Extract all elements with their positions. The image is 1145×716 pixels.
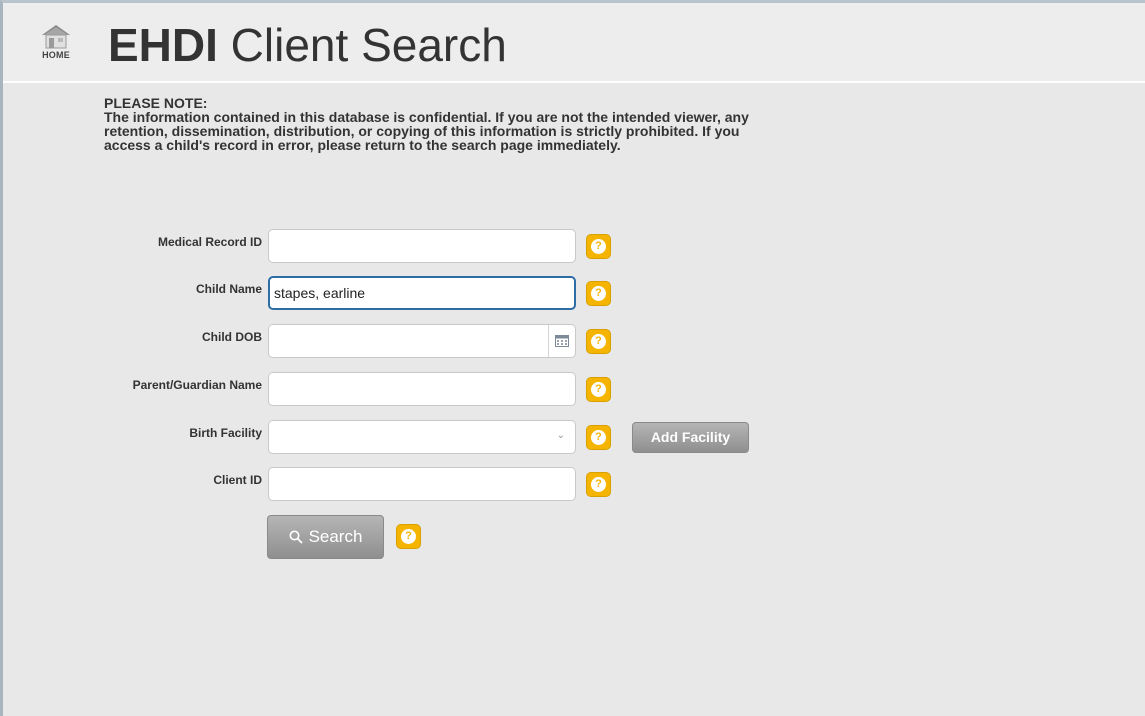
calendar-icon: [555, 335, 569, 347]
help-icon: ?: [591, 477, 606, 492]
page-header: HOME EHDI Client Search: [3, 3, 1145, 83]
row-birth-facility: Birth Facility ⌄ ? Add Facility: [0, 420, 1145, 456]
client-id-input[interactable]: [268, 467, 576, 501]
add-facility-button[interactable]: Add Facility: [632, 422, 749, 453]
row-child-dob: Child DOB ?: [0, 324, 1145, 360]
help-icon: ?: [591, 334, 606, 349]
parent-guardian-name-help-button[interactable]: ?: [586, 377, 611, 402]
home-label: HOME: [42, 50, 70, 60]
confidentiality-note: PLEASE NOTE: The information contained i…: [104, 96, 764, 152]
child-name-label: Child Name: [195, 282, 262, 296]
home-link[interactable]: HOME: [35, 23, 77, 79]
calendar-button[interactable]: [548, 325, 575, 357]
search-label: Search: [308, 527, 363, 546]
help-icon: ?: [591, 382, 606, 397]
row-medical-record-id: Medical Record ID ?: [0, 229, 1145, 265]
help-icon: ?: [591, 239, 606, 254]
row-parent-guardian-name: Parent/Guardian Name ?: [0, 372, 1145, 408]
client-id-label: Client ID: [213, 473, 262, 487]
child-dob-input[interactable]: [274, 325, 548, 357]
medical-record-id-label: Medical Record ID: [157, 235, 262, 249]
medical-record-id-input[interactable]: [268, 229, 576, 263]
birth-facility-select[interactable]: ⌄: [268, 420, 576, 454]
help-icon: ?: [401, 529, 416, 544]
page-title-rest: Client Search: [217, 19, 507, 71]
birth-facility-label: Birth Facility: [189, 426, 262, 440]
row-child-name: Child Name ?: [0, 276, 1145, 312]
child-dob-field: [268, 324, 576, 358]
parent-guardian-name-label: Parent/Guardian Name: [132, 378, 262, 392]
page-title: EHDI Client Search: [108, 17, 507, 73]
chevron-down-icon: ⌄: [556, 430, 565, 441]
child-dob-help-button[interactable]: ?: [586, 329, 611, 354]
search-help-button[interactable]: ?: [396, 524, 421, 549]
child-name-help-button[interactable]: ?: [586, 281, 611, 306]
help-icon: ?: [591, 430, 606, 445]
birth-facility-help-button[interactable]: ?: [586, 425, 611, 450]
page-title-bold: EHDI: [108, 19, 218, 71]
search-icon: [289, 530, 303, 544]
help-icon: ?: [591, 286, 606, 301]
parent-guardian-name-input[interactable]: [268, 372, 576, 406]
client-id-help-button[interactable]: ?: [586, 472, 611, 497]
home-icon: [42, 25, 70, 49]
medical-record-id-help-button[interactable]: ?: [586, 234, 611, 259]
child-name-input[interactable]: [268, 276, 576, 310]
child-dob-label: Child DOB: [202, 330, 262, 344]
note-body: The information contained in this databa…: [104, 109, 749, 153]
row-client-id: Client ID ?: [0, 467, 1145, 503]
note-heading: PLEASE NOTE:: [104, 95, 208, 111]
search-button[interactable]: Search: [267, 515, 384, 559]
